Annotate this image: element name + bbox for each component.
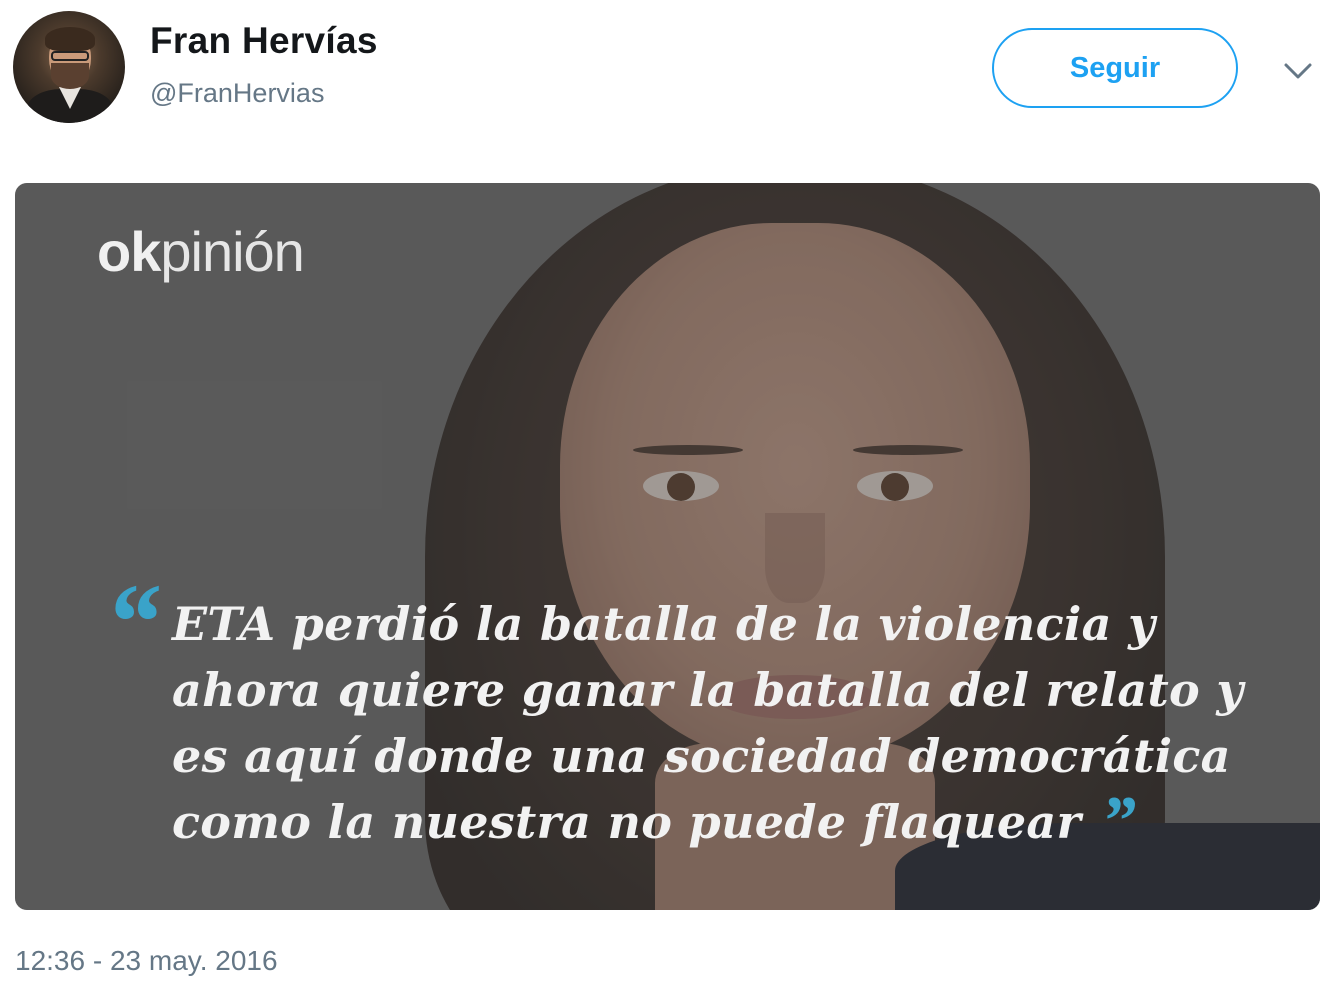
chevron-down-icon[interactable] — [1280, 56, 1316, 86]
open-quote-mark: “ — [105, 561, 160, 683]
tweet-timestamp[interactable]: 12:36 - 23 may. 2016 — [15, 945, 278, 977]
chevron-down-icon-svg — [1284, 63, 1312, 79]
avatar-hair — [45, 27, 95, 51]
author-handle[interactable]: @FranHervias — [150, 78, 324, 109]
logo-ok: ok — [97, 220, 161, 283]
author-avatar[interactable] — [13, 11, 125, 123]
follow-button[interactable]: Seguir — [992, 28, 1238, 108]
avatar-glasses — [51, 51, 89, 61]
okpinion-logo: okpinión — [97, 219, 305, 284]
avatar-beard — [51, 63, 89, 89]
logo-pinion: pinión — [160, 220, 304, 283]
quote-text: ETA perdió la batalla de la violencia y … — [172, 597, 1244, 849]
quote-text-block: ETA perdió la batalla de la violencia y … — [172, 591, 1282, 857]
tweet-media-image[interactable]: okpinión “ ETA perdió la batalla de la v… — [15, 183, 1320, 910]
close-quote-mark: ” — [1101, 783, 1137, 860]
author-name[interactable]: Fran Hervías — [150, 20, 378, 62]
